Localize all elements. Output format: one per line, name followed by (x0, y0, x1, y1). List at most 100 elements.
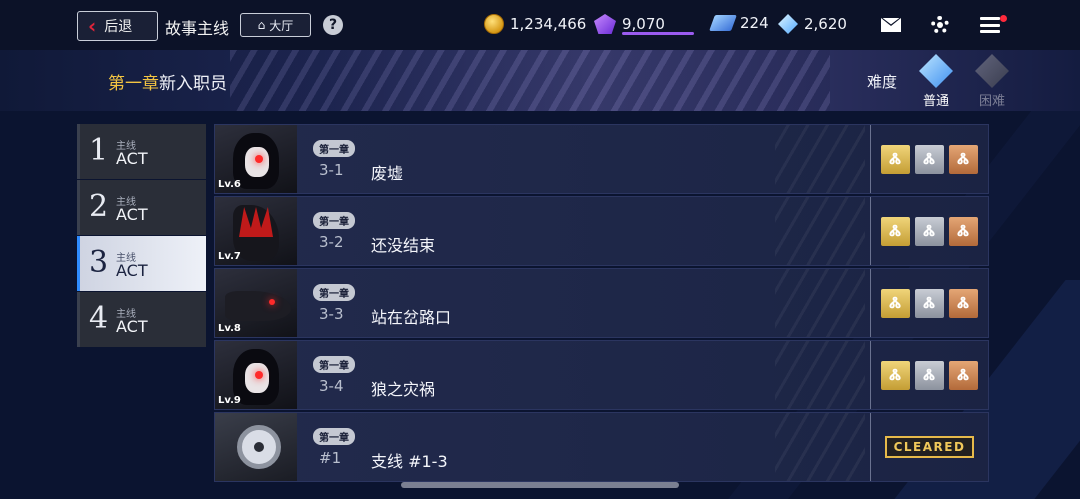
medal-group: Ꮬ Ꮬ Ꮬ (870, 125, 978, 193)
coin-counter[interactable]: 1,234,466 (484, 14, 586, 34)
act-label: ACT (116, 149, 148, 168)
crystal-amount: 2,620 (804, 15, 847, 33)
difficulty-normal-button[interactable]: 普通 (914, 54, 958, 109)
crystal-icon (778, 14, 798, 34)
gem-amount: 9,070 (622, 15, 665, 33)
chapter-tag: 第一章 (313, 284, 355, 301)
menu-icon[interactable] (980, 17, 1000, 33)
enemy-portrait: Lv.9 (215, 341, 297, 409)
gold-medal-icon: Ꮬ (881, 216, 910, 246)
act-tab-1[interactable]: 1 主线 ACT (77, 124, 206, 179)
act-tab-4[interactable]: 4 主线 ACT (77, 292, 206, 347)
stage-list: Lv.6 第一章 3-1 废墟 Ꮬ Ꮬ Ꮬ Lv.7 第一章 3-2 还没结束 … (214, 124, 989, 484)
stage-code: 3-4 (319, 377, 344, 395)
stage-row[interactable]: Lv.8 第一章 3-3 站在岔路口 Ꮬ Ꮬ Ꮬ (214, 268, 989, 338)
banner-artwork (230, 50, 830, 111)
gear-icon[interactable] (931, 16, 949, 34)
normal-difficulty-icon (919, 54, 953, 88)
top-bar: ‹ 后退 故事主线 ⌂ 大厅 ? 1,234,466 9,070 224 2,6… (0, 0, 1080, 50)
mail-icon[interactable] (881, 18, 901, 32)
hard-difficulty-icon (975, 54, 1009, 88)
coin-icon (484, 14, 504, 34)
stage-title: 狼之灾祸 (371, 380, 436, 399)
silver-medal-icon: Ꮬ (915, 288, 944, 318)
gem-underline (622, 32, 694, 35)
act-tabs: 1 主线 ACT 2 主线 ACT 3 主线 ACT 4 主线 ACT (77, 124, 206, 348)
notification-dot (1000, 15, 1007, 22)
stage-title: 支线 #1-3 (371, 452, 448, 471)
silver-medal-icon: Ꮬ (915, 216, 944, 246)
chapter-banner: 第一章新入职员 难度 普通 困难 (0, 50, 1080, 111)
coin-amount: 1,234,466 (510, 15, 587, 33)
silver-medal-icon: Ꮬ (915, 360, 944, 390)
ticket-counter[interactable]: 224 (709, 14, 769, 32)
act-label: ACT (116, 261, 148, 280)
stage-code: 3-3 (319, 305, 344, 323)
medal-group: Ꮬ Ꮬ Ꮬ (870, 197, 978, 265)
medal-group: Ꮬ Ꮬ Ꮬ (870, 341, 978, 409)
gem-icon (594, 14, 616, 34)
stage-row[interactable]: Lv.6 第一章 3-1 废墟 Ꮬ Ꮬ Ꮬ (214, 124, 989, 194)
chevron-left-icon: ‹ (88, 14, 97, 38)
chapter-tag: 第一章 (313, 356, 355, 373)
chapter-name: 新入职员 (159, 74, 227, 94)
act-tab-2[interactable]: 2 主线 ACT (77, 180, 206, 235)
act-label: ACT (116, 205, 148, 224)
stage-code: 3-2 (319, 233, 344, 251)
bronze-medal-icon: Ꮬ (949, 144, 978, 174)
chapter-tag: 第一章 (313, 212, 355, 229)
gold-medal-icon: Ꮬ (881, 144, 910, 174)
act-number: 2 (89, 189, 109, 224)
difficulty-hard-label: 困难 (978, 94, 1005, 109)
act-number: 1 (89, 133, 109, 168)
stage-row[interactable]: Lv.7 第一章 3-2 还没结束 Ꮬ Ꮬ Ꮬ (214, 196, 989, 266)
stage-title: 废墟 (371, 164, 404, 183)
help-icon[interactable]: ? (323, 15, 343, 35)
stage-level: Lv.6 (218, 179, 241, 190)
medal-group: Ꮬ Ꮬ Ꮬ (870, 269, 978, 337)
back-label: 后退 (104, 19, 133, 35)
difficulty-hard-button[interactable]: 困难 (970, 54, 1014, 109)
enemy-portrait: Lv.8 (215, 269, 297, 337)
page-title: 故事主线 (165, 19, 230, 38)
stage-level: Lv.7 (218, 251, 241, 262)
bronze-medal-icon: Ꮬ (949, 360, 978, 390)
gold-medal-icon: Ꮬ (881, 360, 910, 390)
cleared-group: CLEARED (870, 413, 988, 481)
cleared-badge: CLEARED (884, 436, 975, 458)
stage-code: 3-1 (319, 161, 344, 179)
enemy-portrait: Lv.7 (215, 197, 297, 265)
crystal-counter[interactable]: 2,620 (778, 14, 847, 34)
back-button[interactable]: ‹ 后退 (77, 11, 158, 41)
difficulty-label: 难度 (867, 73, 898, 91)
stage-row[interactable]: Lv.9 第一章 3-4 狼之灾祸 Ꮬ Ꮬ Ꮬ (214, 340, 989, 410)
stage-row[interactable]: 第一章 #1 支线 #1-3 CLEARED (214, 412, 989, 482)
stage-title: 站在岔路口 (371, 308, 452, 327)
chapter-tag: 第一章 (313, 140, 355, 157)
bronze-medal-icon: Ꮬ (949, 216, 978, 246)
act-tab-3[interactable]: 3 主线 ACT (77, 236, 206, 291)
difficulty-normal-label: 普通 (922, 94, 949, 109)
chapter-number: 第一章 (108, 74, 159, 94)
act-number: 3 (89, 245, 109, 280)
act-label: ACT (116, 317, 148, 336)
stage-level: Lv.9 (218, 395, 241, 406)
ticket-icon (709, 15, 737, 31)
scrollbar[interactable] (401, 482, 679, 488)
stage-title: 还没结束 (371, 236, 436, 255)
chapter-title: 第一章新入职员 (108, 69, 227, 94)
chapter-tag: 第一章 (313, 428, 355, 445)
gold-medal-icon: Ꮬ (881, 288, 910, 318)
lobby-button[interactable]: ⌂ 大厅 (240, 13, 311, 37)
act-number: 4 (89, 301, 109, 336)
enemy-portrait: Lv.6 (215, 125, 297, 193)
home-icon: ⌂ (257, 18, 266, 32)
silver-medal-icon: Ꮬ (915, 144, 944, 174)
stage-level: Lv.8 (218, 323, 241, 334)
gem-counter[interactable]: 9,070 (594, 14, 665, 34)
film-reel-icon (215, 413, 297, 481)
ticket-amount: 224 (740, 14, 769, 32)
lobby-label: 大厅 (269, 18, 294, 33)
stage-code: #1 (319, 449, 342, 467)
bronze-medal-icon: Ꮬ (949, 288, 978, 318)
